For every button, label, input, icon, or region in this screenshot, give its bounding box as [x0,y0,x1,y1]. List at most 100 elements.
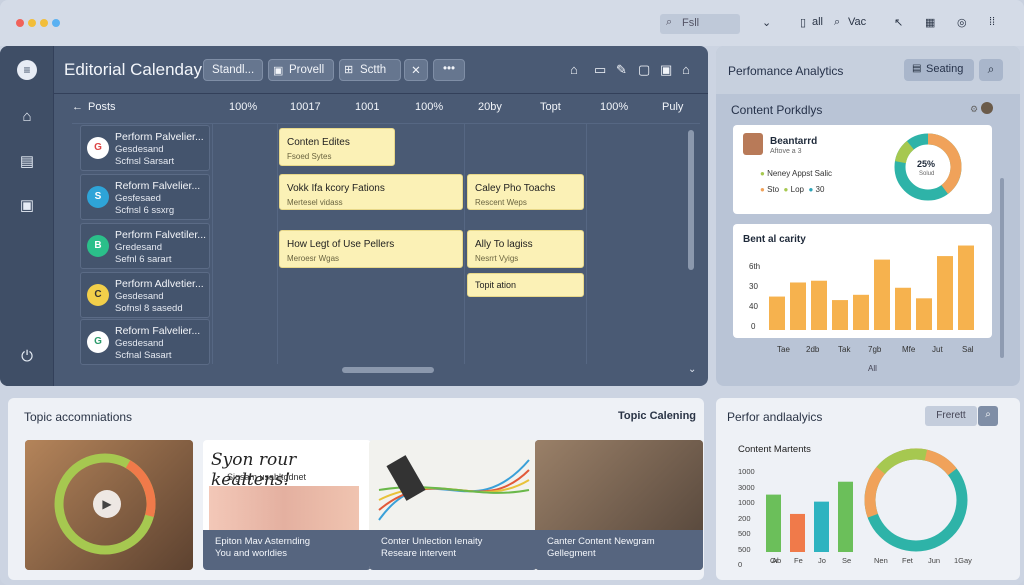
school-icon[interactable]: ⌂ [570,62,578,77]
calendar-card[interactable]: Caley Pho Toachs Rescent Weps [467,174,584,210]
save-icon[interactable]: ▣ [660,62,672,78]
col-header: 100% [600,101,629,113]
chevron-down-icon[interactable]: ⌄ [762,16,771,29]
avatar: G [87,137,109,159]
list-item[interactable]: C Perform Adlvetier... Gesdesand Sofnsl … [80,272,210,318]
power-icon[interactable]: ⏻ [17,348,37,368]
close-icon[interactable]: ✕ [404,59,428,81]
edit-icon[interactable]: ✎ [616,62,627,78]
tile-caption: Canter Content Newgram Gellegment [535,530,703,570]
bar-chart [769,245,974,330]
card-title: Conten Edites [287,137,350,148]
post-sub: Gredesand [115,242,163,253]
settings-icon[interactable]: ⚙ [970,104,978,115]
post-sub: Gesdesand [115,144,164,155]
folder-icon[interactable]: ▭ [594,62,606,78]
grid-top-line [72,123,700,124]
top-item-all[interactable]: all [812,16,823,28]
tab-sctth-label: Sctth [360,64,387,76]
calendar-card[interactable]: Topit ation [467,273,584,297]
more-icon[interactable]: ••• [433,59,465,81]
profile-sub: Aftove a 3 [770,148,802,155]
bar [916,298,932,330]
message-icon[interactable]: ▤ [17,152,37,172]
avatar[interactable] [981,102,993,114]
search-placeholder: Fsll [682,17,700,29]
card-sub: Meroesr Wgas [287,254,340,263]
col-header: Topt [540,101,561,113]
caption-line: Conter Unlection Ienaity [381,536,483,547]
calendar-card[interactable]: How Legt of Use Pellers Meroesr Wgas [279,230,463,268]
bar [814,501,829,552]
home-icon[interactable]: ⌂ [682,62,690,77]
bar [895,287,911,330]
ring-chart [864,448,968,552]
tile-subline: Sigsam usabltgdnet [227,472,307,482]
bar [769,296,785,330]
tab-provell-label: Provell [289,64,325,76]
search-small-icon[interactable]: ⌕ [834,16,840,29]
grid-line [212,124,213,364]
topic-tile[interactable]: Conter Unlection Ienaity Researe interven… [369,440,537,570]
calendar-card[interactable]: Conten Edites Fsoed Sytes [279,128,395,166]
profile-name: Beantarrd [770,136,818,147]
help-icon[interactable]: ◎ [957,16,967,29]
frerett-button[interactable]: Frerett [925,406,977,426]
vertical-scrollbar[interactable] [688,130,694,270]
post-meta: Sefnl 6 sarart [115,254,172,265]
col-posts: Posts [88,101,116,113]
bar-card: Bent al carity 6th 30 40 0 [733,224,992,338]
post-meta: Scfnal Sasart [115,350,172,361]
avatar [743,133,763,155]
back-arrow-icon[interactable]: ← [72,101,83,113]
x-tick: Sal [962,345,974,354]
list-item[interactable]: G Perform Palvelier... Gesdesand Scfnsl … [80,125,210,171]
home-icon[interactable]: ⌂ [17,108,37,128]
y-tick: 3000 [738,482,755,492]
tile-photo [535,440,703,532]
topic-tile[interactable]: ▶ [25,440,193,570]
horizontal-scrollbar[interactable] [342,367,434,373]
bar [790,282,806,330]
list-item[interactable]: S Reform Falvelier... Gesfesaed Scfnsl 6… [80,174,210,220]
tile-caption: Conter Unlection Ienaity Researe interven… [369,530,537,570]
resize-icon[interactable]: ⌄ [688,364,696,375]
logo-icon[interactable]: ≡ [17,60,37,80]
calendar-icon[interactable]: ▢ [638,62,650,78]
top-item-vac[interactable]: Vac [848,16,866,28]
list-item[interactable]: G Reform Falvelier... Gesdesand Scfnal S… [80,319,210,365]
close-dot[interactable] [16,19,24,27]
donut-sub: Solud [919,171,935,177]
calendar-card[interactable]: Ally To lagiss Nesrrt Vyigs [467,230,584,268]
caption-line: You and worldies [215,548,288,559]
vertical-scrollbar[interactable] [1000,178,1004,358]
x-tick: Nen [874,556,888,565]
doc-icon[interactable]: ▯ [800,16,806,29]
donut-value: 25% [917,159,936,169]
minimize-dot[interactable] [28,19,36,27]
calendar-card[interactable]: Vokk Ifa kcory Fations Mertesel vidass [279,174,463,210]
grid-icon[interactable]: ▦ [925,16,935,29]
y-tick: 0 [751,322,756,331]
search-input[interactable]: ⌕ Fsll [660,14,740,34]
x-tick: Mfe [902,345,916,354]
apps-icon[interactable]: ⁞⁞ [989,16,995,28]
y-tick: 30 [749,282,758,291]
cables-image [378,455,530,521]
card-sub: Rescent Weps [475,198,527,207]
x-tick: Fet [902,556,913,565]
x-tick: 7gb [868,345,882,354]
search-icon[interactable]: ⌕ [979,59,1003,81]
list-item[interactable]: B Perform Falvetiler... Gredesand Sefnl … [80,223,210,269]
legend-item: Lop [790,185,804,194]
grid-line [586,124,587,364]
cursor-icon[interactable]: ↖ [894,16,903,29]
maximize-dot[interactable] [40,19,48,27]
folder-icon[interactable]: ▣ [17,196,37,216]
play-icon[interactable]: ▶ [93,490,121,518]
topic-tile[interactable]: Syon rour kealtens! Sigsam usabltgdnet E… [203,440,371,570]
tab-standl[interactable]: Standl... [203,59,263,81]
extra-dot[interactable] [52,19,60,27]
topic-tile[interactable]: Canter Content Newgram Gellegment [535,440,703,570]
search-icon[interactable]: ⌕ [978,406,998,426]
